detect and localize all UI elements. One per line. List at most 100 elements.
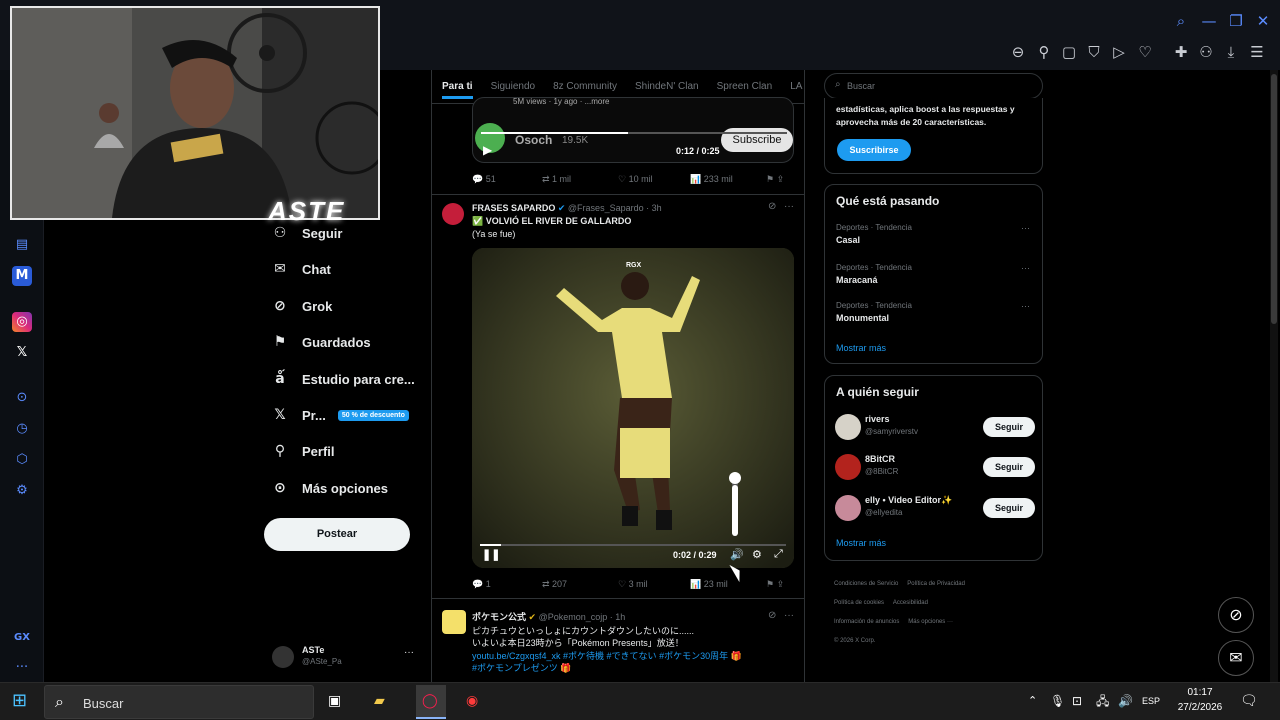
trend-item[interactable]: Deportes · Tendencia Monumental	[836, 301, 912, 323]
account-more-icon[interactable]: ···	[404, 647, 414, 658]
trend-item[interactable]: Deportes · Tendencia Maracaná	[836, 263, 912, 285]
snapshot-icon[interactable]: ▢	[1059, 42, 1079, 62]
post-button[interactable]: Postear	[264, 518, 410, 551]
download-icon[interactable]: ⤓	[1221, 42, 1241, 62]
follow-button[interactable]: Seguir	[983, 498, 1035, 518]
x-icon[interactable]: 𝕏	[12, 343, 32, 363]
repost-action[interactable]: ⇄ 1 mil	[542, 174, 618, 185]
fullscreen-icon[interactable]: ⤢	[774, 548, 783, 561]
player-icon[interactable]: ▷	[1109, 42, 1129, 62]
post1-handle[interactable]: @Frases_Sapardo	[568, 203, 644, 213]
sidebar-app-icon-m[interactable]: M	[12, 266, 32, 286]
messages-float-icon[interactable]: ✉	[1218, 640, 1254, 676]
volume-handle[interactable]	[729, 472, 741, 484]
play-icon[interactable]: ▶	[483, 143, 492, 157]
follow-button[interactable]: Seguir	[983, 417, 1035, 437]
footer-link[interactable]: Política de Privacidad	[907, 581, 965, 587]
extensions-sidebar-icon[interactable]: ⬡	[12, 450, 32, 470]
like-action[interactable]: ♡ 3 mil	[618, 579, 690, 590]
tab-la[interactable]: LA	[790, 81, 802, 92]
follow-item[interactable]: elly • Video Editor✨ @ellyedita Seguir	[835, 494, 1035, 524]
follow-item[interactable]: 8BitCR @8BitCR Seguir	[835, 453, 1035, 483]
progress-track[interactable]	[481, 132, 787, 134]
obs-icon[interactable]: ◉	[466, 691, 478, 711]
system-tray-icon[interactable]: ⊡	[1072, 691, 1082, 711]
footer-link[interactable]: Información de anuncios	[834, 619, 899, 625]
pin-icon[interactable]: ⚲	[1034, 42, 1054, 62]
show-more-link[interactable]: Mostrar más	[836, 343, 886, 353]
opera-gx-taskbar[interactable]: ◯	[416, 685, 446, 719]
grok-post-icon[interactable]: ⊘	[768, 201, 776, 212]
restore-icon[interactable]: ❐	[1226, 11, 1246, 31]
file-explorer-icon[interactable]: ▰	[374, 691, 385, 711]
page-scrollbar[interactable]	[1270, 70, 1278, 682]
taskbar-search-input[interactable]: ⌕ Buscar	[44, 685, 314, 719]
tab-spreen-clan[interactable]: Spreen Clan	[717, 81, 773, 92]
task-view-icon[interactable]: ▣	[328, 691, 341, 711]
trend-more-icon[interactable]: ···	[1021, 263, 1030, 273]
post-more-icon[interactable]: ···	[784, 201, 794, 212]
account-icon[interactable]: ⚇	[1196, 42, 1216, 62]
reply-action[interactable]: 💬 1	[472, 579, 542, 590]
footer-link[interactable]: Más opciones ···	[908, 619, 953, 625]
pause-icon[interactable]: ❚❚	[482, 548, 500, 561]
post1-video[interactable]: RGX ❚❚ 0:02 / 0:29 🔊 ⚙ ⤢	[472, 248, 794, 568]
close-icon[interactable]: ✕	[1253, 11, 1273, 31]
shield-icon[interactable]: ⛉	[1084, 42, 1104, 62]
nav-premium[interactable]: 𝕏 Pr... 50 % de descuento	[272, 400, 409, 430]
footer-link[interactable]: Condiciones de Servicio	[834, 581, 898, 587]
search-icon[interactable]: ⌕	[1171, 11, 1191, 31]
grok-float-icon[interactable]: ⊘	[1218, 597, 1254, 633]
footer-link[interactable]: Política de cookies	[834, 600, 884, 606]
post1-author[interactable]: FRASES SAPARDO	[472, 203, 555, 213]
bookmark-icon[interactable]: ⚑ ⇪	[766, 174, 784, 185]
trend-more-icon[interactable]: ···	[1021, 223, 1030, 233]
windows-start-icon[interactable]: ⊞	[12, 691, 27, 711]
nav-seguir[interactable]: ⚇ Seguir	[272, 218, 343, 248]
post1-avatar[interactable]	[442, 203, 464, 225]
scrollbar-thumb[interactable]	[1271, 74, 1277, 324]
like-action[interactable]: ♡ 10 mil	[618, 174, 690, 185]
follow-item[interactable]: rivers @samyriverstv Seguir	[835, 413, 1035, 443]
nav-chat[interactable]: ✉ Chat	[272, 254, 331, 284]
nav-estudio[interactable]: ǻ Estudio para cre...	[272, 364, 414, 394]
grok-post-icon[interactable]: ⊘	[768, 610, 776, 621]
reply-action[interactable]: 💬 51	[472, 174, 542, 185]
tab-shinden-clan[interactable]: ShindeN' Clan	[635, 81, 699, 92]
more-dots-icon[interactable]: ···	[12, 658, 32, 678]
nav-guardados[interactable]: ⚑ Guardados	[272, 327, 371, 357]
minimize-icon[interactable]: —	[1199, 11, 1219, 31]
settings-icon[interactable]: ⚙	[752, 548, 762, 561]
trend-item[interactable]: Deportes · Tendencia Casal	[836, 223, 912, 245]
post0-video[interactable]: 5M views · 1y ago · ...more Osoch 19.5K …	[472, 97, 794, 163]
follow-button[interactable]: Seguir	[983, 457, 1035, 477]
search-input[interactable]: ⌕ Buscar	[824, 73, 1043, 99]
volume-icon[interactable]: 🔊	[1118, 691, 1133, 711]
microphone-icon[interactable]: 🎙	[1050, 691, 1065, 711]
gx-icon[interactable]: GX	[12, 628, 32, 648]
tab-siguiendo[interactable]: Siguiendo	[491, 81, 535, 92]
post-more-icon[interactable]: ···	[784, 610, 794, 621]
extensions-icon[interactable]: ✚	[1171, 42, 1191, 62]
show-more-link[interactable]: Mostrar más	[836, 538, 886, 548]
subscribe-button[interactable]: Suscribirse	[837, 139, 911, 161]
progress-track[interactable]	[480, 544, 786, 546]
heart-icon[interactable]: ♡	[1135, 42, 1155, 62]
views-action[interactable]: 📊 23 mil	[690, 579, 766, 590]
nav-mas-opciones[interactable]: ⊙ Más opciones	[272, 473, 388, 503]
volume-icon[interactable]: 🔊	[730, 548, 744, 561]
clock-time[interactable]: 01:17	[1172, 687, 1228, 698]
settings-icon[interactable]: ⚙	[12, 481, 32, 501]
account-switcher[interactable]: ASTe @ASte_Pa ···	[272, 644, 432, 674]
notifications-icon[interactable]: 🗨	[1240, 691, 1258, 711]
post2-author[interactable]: ポケモン公式	[472, 612, 526, 622]
history-icon[interactable]: ◷	[12, 419, 32, 439]
nav-grok[interactable]: ⊘ Grok	[272, 291, 332, 321]
tab-8z-community[interactable]: 8z Community	[553, 81, 617, 92]
post2-handle[interactable]: @Pokemon_cojp	[539, 612, 608, 622]
show-hidden-icons[interactable]: ⌃	[1028, 691, 1037, 711]
views-action[interactable]: 📊 233 mil	[690, 174, 766, 185]
tab-para-ti[interactable]: Para ti	[442, 74, 473, 99]
network-icon[interactable]: 🖧	[1096, 691, 1109, 711]
clock-date[interactable]: 27/2/2026	[1172, 702, 1228, 713]
